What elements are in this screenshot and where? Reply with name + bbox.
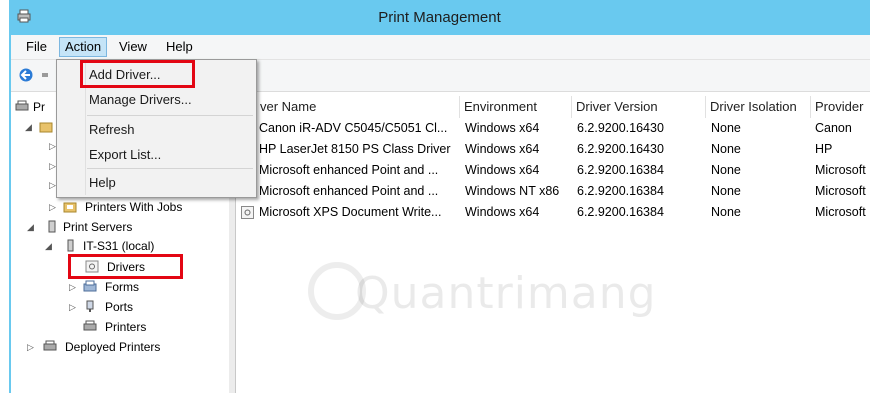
back-arrow-icon[interactable] <box>19 68 37 82</box>
cell-provider: Microsoft <box>815 184 866 198</box>
menu-item-refresh[interactable]: Refresh <box>89 119 135 141</box>
menu-item-help[interactable]: Help <box>89 172 116 194</box>
tree-label-printers-with-jobs: Printers With Jobs <box>85 200 183 214</box>
cell-driver-version: 6.2.9200.16384 <box>577 163 664 177</box>
tree-label-deployed-printers: Deployed Printers <box>65 340 161 354</box>
column-header-driver-name[interactable]: ver Name <box>256 96 460 118</box>
table-row[interactable]: HP LaserJet 8150 PS Class Driver Windows… <box>236 139 870 160</box>
cell-driver-version: 6.2.9200.16384 <box>577 205 664 219</box>
printer-icon <box>43 340 57 351</box>
cell-driver-isolation: None <box>711 184 741 198</box>
column-header-provider[interactable]: Provider <box>811 96 870 118</box>
table-row[interactable]: Microsoft enhanced Point and ... Windows… <box>236 181 870 202</box>
cell-environment: Windows x64 <box>465 142 540 156</box>
expand-arrow-icon[interactable]: ▷ <box>69 278 76 296</box>
port-icon <box>86 300 94 312</box>
menu-help[interactable]: Help <box>161 38 198 56</box>
tree-label-ports: Ports <box>105 300 134 314</box>
cell-provider: Canon <box>815 121 852 135</box>
cell-driver-version: 6.2.9200.16430 <box>577 121 664 135</box>
expand-arrow-icon[interactable]: ▷ <box>69 298 76 316</box>
cell-driver-name: Microsoft XPS Document Write... <box>259 205 442 219</box>
cell-driver-isolation: None <box>711 121 741 135</box>
cell-driver-isolation: None <box>711 142 741 156</box>
table-row[interactable]: Canon iR-ADV C5045/C5051 Cl... Windows x… <box>236 118 870 139</box>
expand-arrow-icon[interactable]: ▷ <box>49 176 56 194</box>
tree-label-print-servers: Print Servers <box>63 220 133 234</box>
title-bar: Print Management <box>9 0 870 35</box>
window-title: Print Management <box>378 9 501 26</box>
cell-environment: Windows NT x86 <box>465 184 560 198</box>
cell-environment: Windows x64 <box>465 163 540 177</box>
filter-folder-icon <box>63 202 77 213</box>
printer-icon <box>15 100 29 111</box>
collapse-arrow-icon[interactable]: ◢ <box>25 118 32 136</box>
menu-action[interactable]: Action <box>59 37 108 57</box>
menu-separator <box>87 115 253 116</box>
table-row[interactable]: Microsoft XPS Document Write... Windows … <box>236 202 870 223</box>
cell-driver-isolation: None <box>711 163 741 177</box>
highlight-drivers <box>68 254 183 279</box>
folder-icon <box>39 122 53 133</box>
server-icon <box>48 220 56 233</box>
tree-label-server: IT-S31 (local) <box>83 239 155 253</box>
highlight-add-driver <box>80 60 195 88</box>
forms-icon <box>83 280 97 292</box>
cell-driver-version: 6.2.9200.16430 <box>577 142 664 156</box>
watermark: Quantrimang <box>355 268 657 319</box>
menu-view[interactable]: View <box>114 38 152 56</box>
expand-arrow-icon[interactable]: ▷ <box>49 137 56 155</box>
expand-arrow-icon[interactable]: ▷ <box>49 157 56 175</box>
menu-item-export-list[interactable]: Export List... <box>89 144 161 166</box>
cell-driver-isolation: None <box>711 205 741 219</box>
cell-environment: Windows x64 <box>465 205 540 219</box>
column-header-driver-isolation[interactable]: Driver Isolation <box>706 96 811 118</box>
cell-provider: HP <box>815 142 833 156</box>
tree-label-forms: Forms <box>105 280 139 294</box>
drivers-list: ver Name Environment Driver Version Driv… <box>236 92 870 393</box>
menu-file[interactable]: File <box>21 38 52 56</box>
expand-arrow-icon[interactable]: ▷ <box>27 338 34 356</box>
tree-label-root: Pr <box>33 100 45 114</box>
menu-separator <box>87 168 253 169</box>
collapse-arrow-icon[interactable]: ◢ <box>27 218 34 236</box>
column-header-environment[interactable]: Environment <box>460 96 572 118</box>
cell-provider: Microsoft <box>815 163 866 177</box>
column-header-driver-version[interactable]: Driver Version <box>572 96 706 118</box>
cell-driver-name: HP LaserJet 8150 PS Class Driver <box>259 142 451 156</box>
printer-icon <box>83 320 97 331</box>
menu-item-manage-drivers[interactable]: Manage Drivers... <box>89 89 192 111</box>
cell-driver-version: 6.2.9200.16384 <box>577 184 664 198</box>
table-row[interactable]: Microsoft enhanced Point and ... Windows… <box>236 160 870 181</box>
driver-icon <box>241 206 254 219</box>
cell-driver-name: Microsoft enhanced Point and ... <box>259 163 439 177</box>
tree-label-printers: Printers <box>105 320 147 334</box>
menu-bar: File Action View Help <box>11 35 870 60</box>
cell-driver-name: Microsoft enhanced Point and ... <box>259 184 439 198</box>
forward-arrow-icon[interactable] <box>41 68 53 82</box>
expand-arrow-icon[interactable]: ▷ <box>49 198 56 216</box>
collapse-arrow-icon[interactable]: ◢ <box>45 237 52 255</box>
cell-driver-name: Canon iR-ADV C5045/C5051 Cl... <box>259 121 448 135</box>
cell-environment: Windows x64 <box>465 121 540 135</box>
cell-provider: Microsoft <box>815 205 866 219</box>
server-icon <box>67 239 74 252</box>
